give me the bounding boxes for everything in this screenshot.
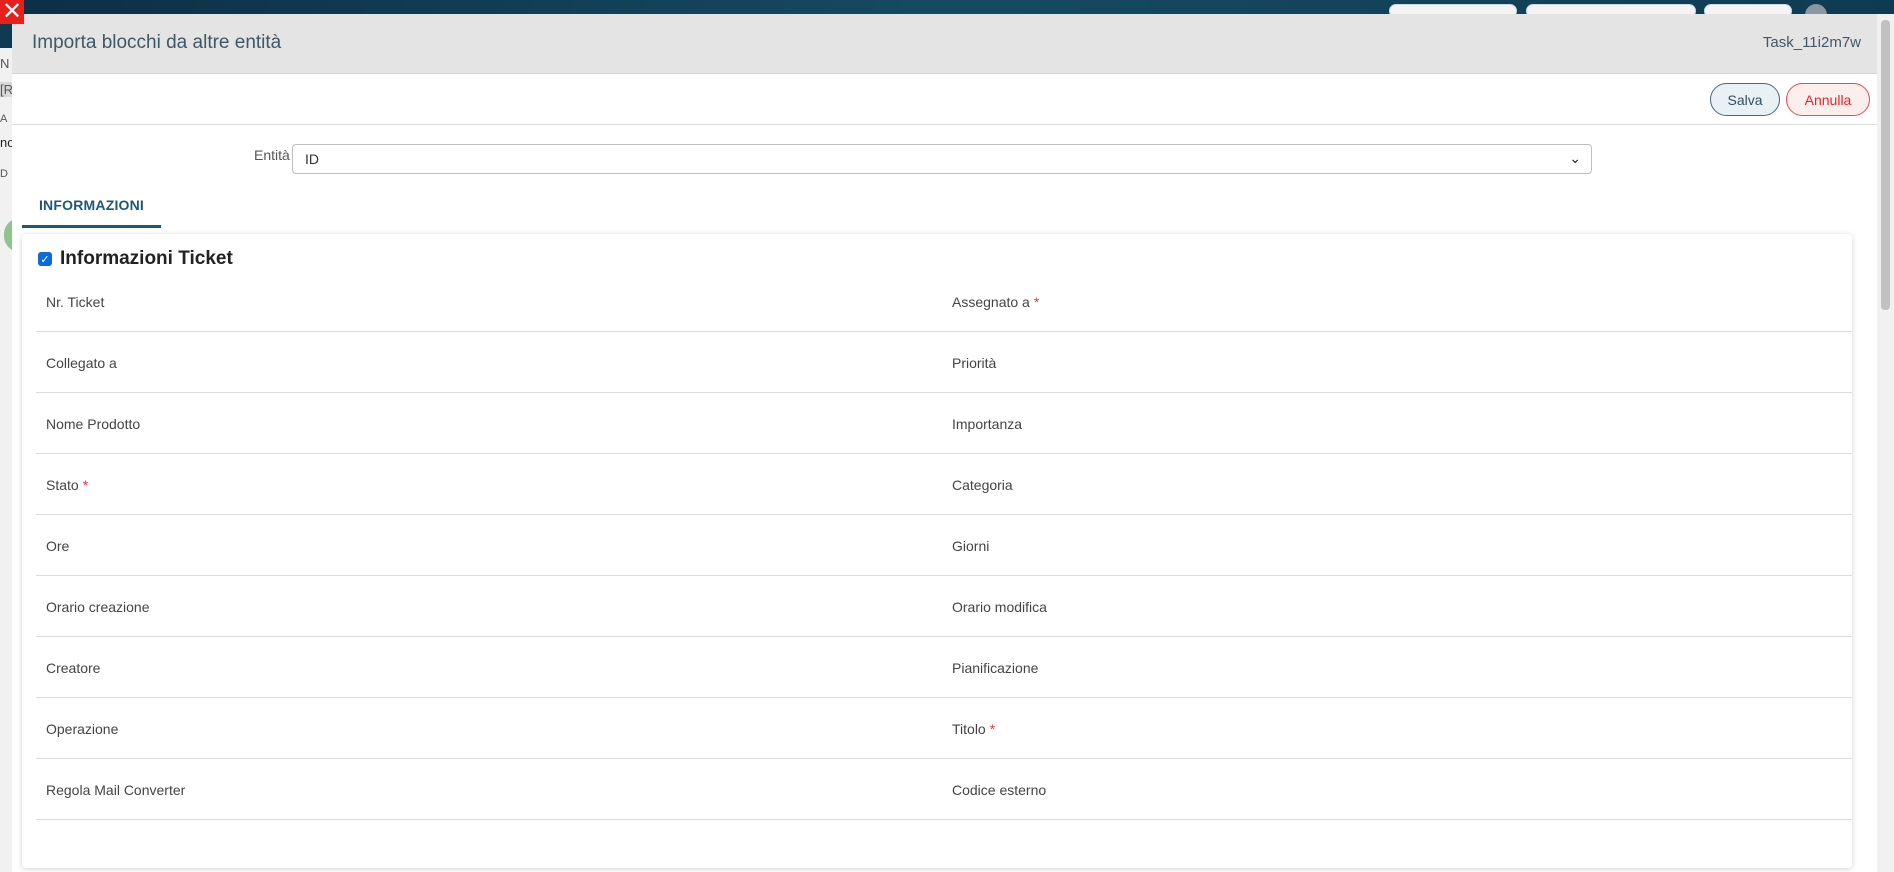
required-marker: * xyxy=(989,720,996,737)
fields-grid: Nr. Ticket Assegnato a * Collegato a Prio… xyxy=(36,271,1852,820)
block-checkbox[interactable]: ✓ xyxy=(38,252,52,266)
entity-row: Entità ID ⌄ xyxy=(12,128,1877,174)
field-label: Pianificazione xyxy=(952,637,1038,698)
field-row: Nr. Ticket Assegnato a * xyxy=(36,271,1852,332)
field-label: Assegnato a * xyxy=(952,271,1039,332)
field-label-text: Priorità xyxy=(952,354,997,371)
field-label-text: Pianificazione xyxy=(952,659,1039,676)
field-label-text: Nome Prodotto xyxy=(46,415,141,432)
field-label-text: Assegnato a xyxy=(952,293,1030,310)
field-row: Nome Prodotto Importanza xyxy=(36,393,1852,454)
field-label: Orario modifica xyxy=(952,576,1047,637)
field-row: Operazione Titolo * xyxy=(36,698,1852,759)
tab-informazioni[interactable]: INFORMAZIONI xyxy=(22,184,161,228)
field-label-text: Regola Mail Converter xyxy=(46,781,186,798)
block-header: ✓ Informazioni Ticket xyxy=(38,248,233,270)
chevron-down-icon: ⌄ xyxy=(1569,151,1581,167)
field-label-text: Importanza xyxy=(952,415,1023,432)
field-label: Giorni xyxy=(952,515,989,576)
block-title: Informazioni Ticket xyxy=(60,248,233,269)
field-label: Titolo * xyxy=(952,698,995,759)
field-row: Creatore Pianificazione xyxy=(36,637,1852,698)
record-id: Task_11i2m7w xyxy=(1762,34,1861,51)
field-label-text: Creatore xyxy=(46,659,101,676)
field-label-text: Orario creazione xyxy=(46,598,150,615)
scrollbar-thumb[interactable] xyxy=(1881,20,1890,310)
field-label: Creatore xyxy=(46,637,100,698)
modal-header: Importa blocchi da altre entità Task_11i… xyxy=(12,14,1877,74)
field-label-text: Operazione xyxy=(46,720,119,737)
field-label: Importanza xyxy=(952,393,1022,454)
entity-label: Entità xyxy=(254,147,290,163)
field-label: Stato * xyxy=(46,454,88,515)
field-label: Orario creazione xyxy=(46,576,150,637)
scrollbar[interactable] xyxy=(1877,14,1894,872)
background-text-fragment: no xyxy=(0,135,12,150)
field-label: Ore xyxy=(46,515,69,576)
import-blocks-modal: Importa blocchi da altre entità Task_11i… xyxy=(12,14,1877,872)
modal-title: Importa blocchi da altre entità xyxy=(32,32,282,53)
required-marker: * xyxy=(82,476,89,493)
field-label-text: Orario modifica xyxy=(952,598,1047,615)
field-label: Codice esterno xyxy=(952,759,1046,820)
entity-selected-value: ID xyxy=(305,151,319,167)
field-label: Categoria xyxy=(952,454,1013,515)
cancel-button[interactable]: Annulla xyxy=(1786,83,1870,116)
field-label-text: Titolo xyxy=(952,720,986,737)
field-label-text: Ore xyxy=(46,537,70,554)
field-row: Stato * Categoria xyxy=(36,454,1852,515)
field-label: Nr. Ticket xyxy=(46,271,104,332)
required-marker: * xyxy=(1033,293,1040,310)
field-label-text: Codice esterno xyxy=(952,781,1047,798)
field-label: Operazione xyxy=(46,698,118,759)
field-label-text: Nr. Ticket xyxy=(46,293,105,310)
actions-bar: Salva Annulla xyxy=(12,74,1877,125)
close-icon[interactable]: ✕ xyxy=(0,0,24,24)
field-label: Collegato a xyxy=(46,332,117,393)
field-label: Regola Mail Converter xyxy=(46,759,185,820)
field-label-text: Collegato a xyxy=(46,354,117,371)
field-label-text: Giorni xyxy=(952,537,990,554)
background-text-fragment: [R xyxy=(0,82,12,97)
field-row: Regola Mail Converter Codice esterno xyxy=(36,759,1852,820)
background-text-fragment: N xyxy=(0,56,10,71)
field-row: Orario creazione Orario modifica xyxy=(36,576,1852,637)
field-label-text: Stato xyxy=(46,476,79,493)
save-button[interactable]: Salva xyxy=(1710,83,1780,116)
background-text-fragment: D xyxy=(0,168,8,180)
background-topbar xyxy=(0,0,1894,26)
field-row: Ore Giorni xyxy=(36,515,1852,576)
field-label-text: Categoria xyxy=(952,476,1013,493)
checkmark-icon: ✓ xyxy=(40,252,50,266)
field-label: Priorità xyxy=(952,332,996,393)
background-text-fragment: A xyxy=(0,113,8,125)
entity-select[interactable]: ID ⌄ xyxy=(292,144,1592,174)
block-card: ✓ Informazioni Ticket Nr. Ticket Assegna… xyxy=(22,234,1852,868)
field-label: Nome Prodotto xyxy=(46,393,140,454)
field-row: Collegato a Priorità xyxy=(36,332,1852,393)
